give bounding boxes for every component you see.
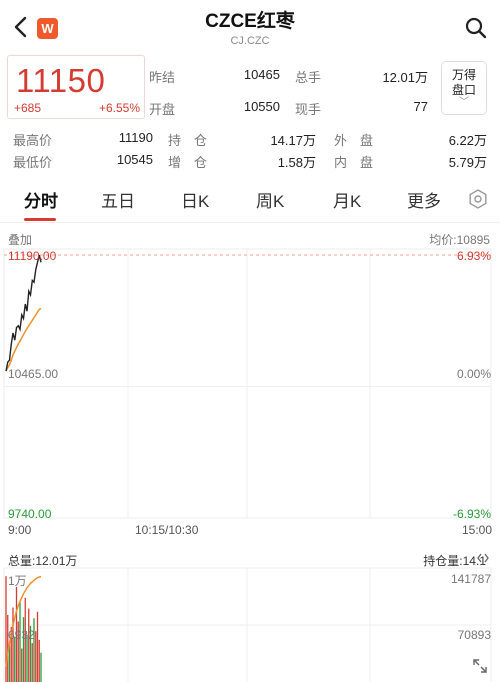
stats-panel: 最高价 11190 持 仓 14.17万 外 盘 6.22万 最低价 10545…: [0, 124, 500, 172]
collapse-arrows-icon[interactable]: [476, 551, 490, 565]
volume-total-label: 总量:12.01万: [8, 554, 78, 568]
chart-tabs: 分时 五日 日K 周K 月K 更多: [0, 181, 500, 223]
page-title: CZCE红枣: [205, 11, 295, 32]
open-interest-value: 14.17万: [270, 133, 316, 148]
quote-panel: 11150 +685 +6.55% 昨结 10465 总手 12.01万 开盘 …: [0, 55, 500, 121]
axis-price-mid: 10465.00: [8, 367, 59, 381]
tab-more[interactable]: 更多: [407, 187, 441, 212]
inner-disc-value: 5.79万: [448, 155, 487, 170]
tab-daily-k[interactable]: 日K: [181, 187, 209, 212]
axis-price-top: 11190.00: [8, 249, 57, 263]
high-value: 11190: [118, 130, 153, 145]
time-end: 15:00: [462, 523, 493, 537]
price-box: 11150 +685 +6.55%: [7, 55, 145, 119]
open-interest-label: 持 仓: [168, 133, 208, 148]
oi-axis-mid: 70893: [457, 628, 491, 642]
time-start: 9:00: [8, 523, 32, 537]
tab-intraday[interactable]: 分时: [24, 187, 58, 212]
high-label: 最高价: [13, 133, 53, 148]
current-volume-label: 现手: [295, 102, 322, 117]
volume-axis-top: 1万: [8, 574, 27, 588]
axis-pct-bottom: -6.93%: [452, 507, 491, 521]
open-label: 开盘: [149, 102, 176, 117]
last-price: 11150: [16, 62, 106, 99]
wande-line2: 盘口: [451, 83, 476, 97]
header: W CZCE红枣 CJ.CZC: [0, 0, 500, 52]
page-subtitle: CJ.CZC: [230, 35, 270, 47]
axis-price-bottom: 9740.00: [8, 507, 52, 521]
average-price-label: 均价:10895: [429, 233, 490, 247]
search-icon[interactable]: [464, 16, 488, 40]
stats-row: 最低价 10545 增 仓 1.58万 内 盘 5.79万: [0, 152, 500, 172]
axis-pct-top: 6.93%: [456, 249, 491, 263]
stats-row: 最高价 11190 持 仓 14.17万 外 盘 6.22万: [0, 130, 500, 150]
price-change: +685: [14, 101, 42, 115]
outer-disc-value: 6.22万: [448, 133, 487, 148]
outer-disc-label: 外 盘: [334, 133, 374, 148]
prev-settle-value: 10465: [243, 67, 280, 82]
overlay-button[interactable]: 叠加: [8, 231, 32, 248]
chart-canvas[interactable]: [0, 224, 500, 682]
active-tab-indicator: [24, 218, 56, 221]
wande-line1: 万得: [451, 68, 476, 82]
low-value: 10545: [116, 152, 153, 167]
tab-five-day[interactable]: 五日: [101, 187, 135, 212]
total-volume-value: 12.01万: [382, 70, 428, 85]
tab-monthly-k[interactable]: 月K: [333, 187, 361, 212]
price-change-pct: +6.55%: [98, 101, 140, 115]
open-value: 10550: [243, 99, 280, 114]
price-line: [5, 254, 42, 372]
settings-icon[interactable]: [467, 188, 489, 210]
low-label: 最低价: [13, 155, 53, 170]
oi-axis-top: 141787: [450, 572, 491, 586]
chevron-down-icon: ﹀: [459, 97, 469, 108]
time-break: 10:15/10:30: [135, 523, 199, 537]
total-volume-label: 总手: [295, 70, 322, 85]
oi-change-label: 增 仓: [168, 155, 208, 170]
expand-icon[interactable]: [471, 657, 489, 675]
axis-pct-mid: 0.00%: [456, 367, 491, 381]
inner-disc-label: 内 盘: [334, 155, 374, 170]
volume-axis-mid: 6932: [8, 628, 35, 642]
intraday-chart[interactable]: 叠加 均价:10895 11190.00 10465.00 9740.00 6.…: [0, 224, 500, 682]
tab-weekly-k[interactable]: 周K: [256, 187, 284, 212]
wande-orderbook-button[interactable]: 万得 盘口 ﹀: [441, 61, 487, 115]
prev-settle-label: 昨结: [149, 70, 176, 85]
oi-change-value: 1.58万: [277, 155, 316, 170]
current-volume-value: 77: [413, 99, 428, 114]
